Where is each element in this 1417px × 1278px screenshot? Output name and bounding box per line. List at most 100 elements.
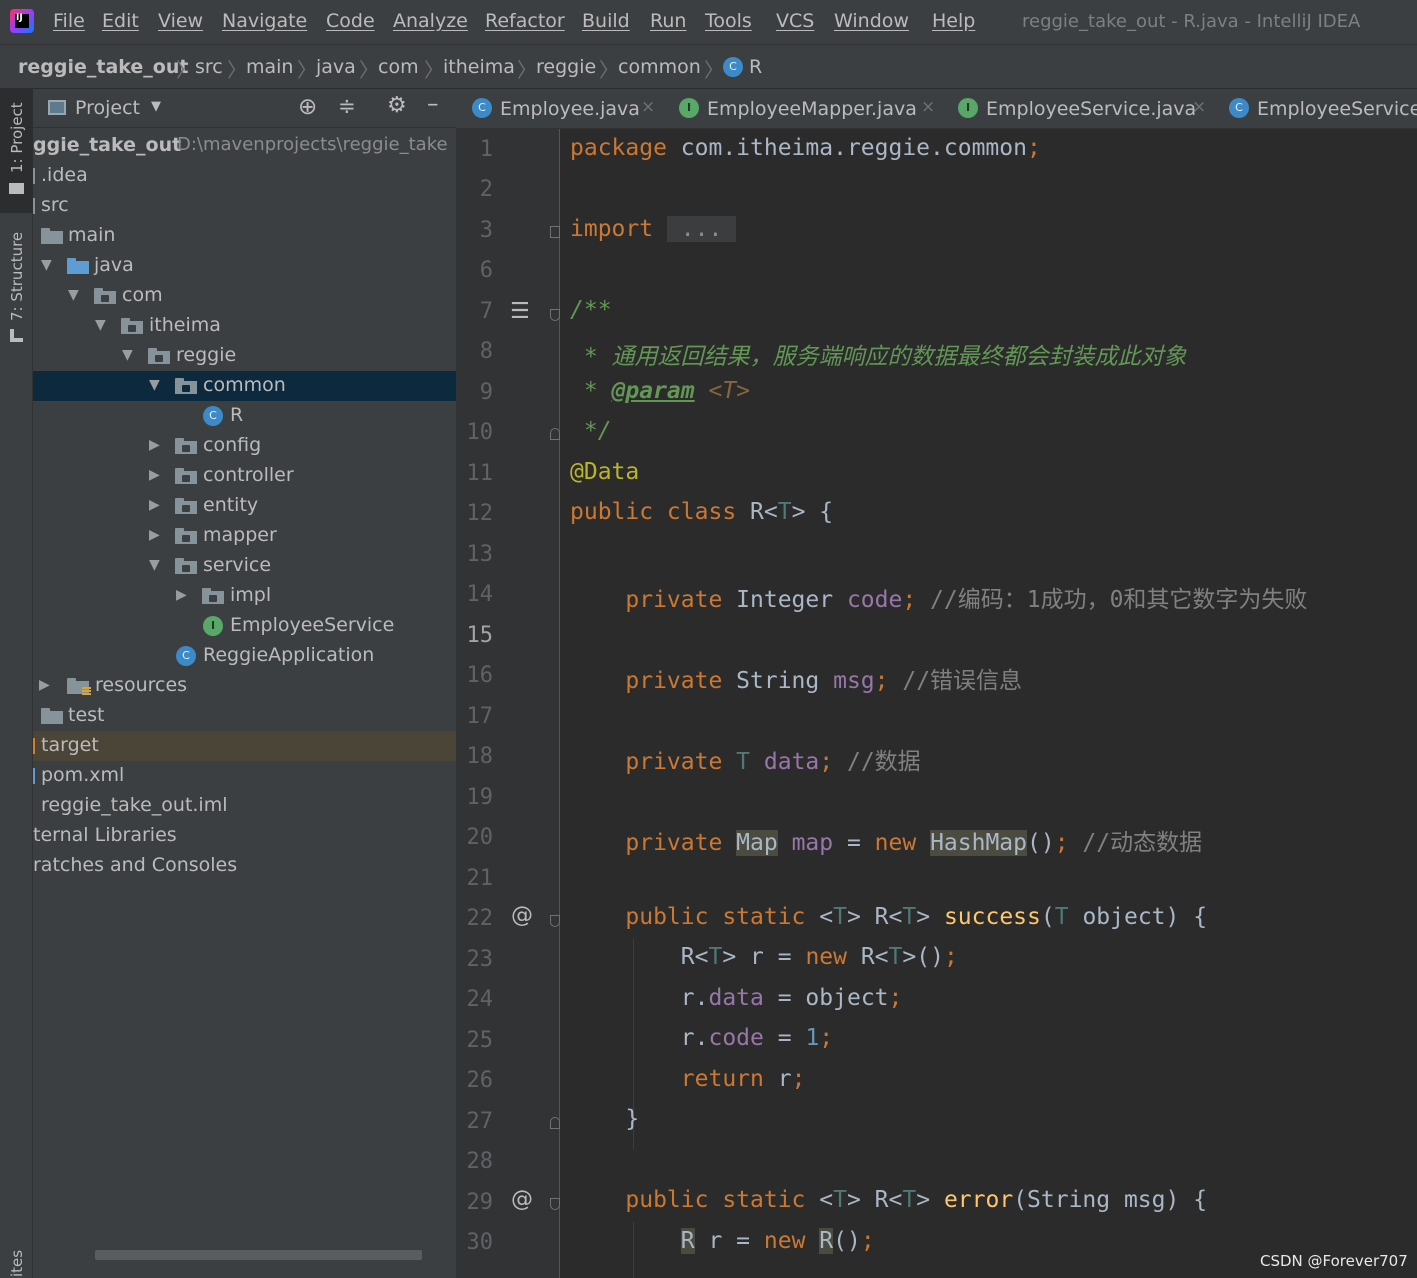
breadcrumb-item[interactable]: java — [316, 56, 356, 78]
tree-item-r[interactable]: C R — [33, 401, 456, 431]
close-icon[interactable]: × — [921, 97, 935, 117]
menu-build[interactable]: Build — [582, 10, 630, 32]
line-number: 17 — [466, 704, 494, 729]
tree-item-iml[interactable]: reggie_take_out.iml — [33, 791, 456, 821]
menu-help[interactable]: Help — [932, 10, 975, 32]
watermark: CSDN @Forever707 — [1260, 1252, 1408, 1270]
expand-arrow-icon[interactable]: ▼ — [149, 556, 163, 574]
expand-arrow-icon[interactable]: ▶ — [149, 466, 163, 484]
expand-arrow-icon[interactable]: ▼ — [68, 286, 82, 304]
menu-analyze[interactable]: Analyze — [393, 10, 468, 32]
tree-item-service[interactable]: ▼ service — [33, 551, 456, 581]
expand-arrow-icon[interactable]: ▶ — [149, 436, 163, 454]
expand-arrow-icon[interactable]: ▶ — [176, 586, 190, 604]
tree-root[interactable]: ggie_take_out D:\mavenprojects\reggie_ta… — [33, 131, 456, 161]
tree-item-mapper[interactable]: ▶ mapper — [33, 521, 456, 551]
tab-employee-java[interactable]: C Employee.java × — [456, 89, 661, 128]
chevron-right-icon: 〉 — [359, 58, 379, 82]
tree-item-pom[interactable]: pom.xml — [33, 761, 456, 791]
tree-item-test[interactable]: test — [33, 701, 456, 731]
tree-item-reggie[interactable]: ▼ reggie — [33, 341, 456, 371]
tree-item-impl[interactable]: ▶ impl — [33, 581, 456, 611]
tab-structure-tool[interactable]: 7: Structure — [0, 227, 33, 347]
fold-expand-icon[interactable] — [550, 226, 560, 238]
breadcrumb-item[interactable]: reggie — [536, 56, 596, 78]
minimize-icon[interactable]: – — [427, 91, 439, 117]
close-icon[interactable]: × — [1192, 97, 1206, 117]
menu-vcs[interactable]: VCS — [776, 10, 814, 32]
chevron-down-icon[interactable]: ▼ — [151, 99, 161, 114]
menu-run[interactable]: Run — [650, 10, 686, 32]
breadcrumb-item[interactable]: main — [246, 56, 293, 78]
tree-item-resources[interactable]: ▶ resources — [33, 671, 456, 701]
tree-label: reggie_take_out.iml — [41, 794, 228, 816]
tree-item-config[interactable]: ▶ config — [33, 431, 456, 461]
tree-item-reggieapplication[interactable]: C ReggieApplication — [33, 641, 456, 671]
menu-code[interactable]: Code — [326, 10, 375, 32]
breadcrumb-item[interactable]: com — [378, 56, 419, 78]
render-doc-icon[interactable]: ☰ — [510, 299, 530, 324]
tree-item-scratches[interactable]: ratches and Consoles — [33, 851, 456, 881]
menu-edit[interactable]: Edit — [102, 10, 139, 32]
breadcrumb-item[interactable]: common — [618, 56, 701, 78]
expand-arrow-icon[interactable]: ▶ — [39, 676, 53, 694]
tree-item-src[interactable]: src — [33, 191, 456, 221]
project-view-selector[interactable]: Project — [75, 97, 140, 119]
menu-view[interactable]: View — [158, 10, 203, 32]
menu-navigate[interactable]: Navigate — [222, 10, 307, 32]
fold-collapse-icon[interactable] — [550, 309, 560, 321]
tree-item-employeeservice[interactable]: I EmployeeService — [33, 611, 456, 641]
tree-item-java[interactable]: ▼ java — [33, 251, 456, 281]
fold-collapse-icon[interactable] — [550, 1198, 560, 1210]
tab-employeeservice-java[interactable]: I EmployeeService.java × — [940, 89, 1212, 128]
menu-file[interactable]: File — [53, 10, 85, 32]
fold-end-icon[interactable] — [550, 428, 560, 440]
breadcrumb-item[interactable]: src — [195, 56, 223, 78]
tree-root-path: D:\mavenprojects\reggie_take — [177, 134, 448, 155]
tab-favorites-tool[interactable]: ites — [0, 1239, 33, 1278]
editor-gutter[interactable]: 1 2 3 6 7 8 9 10 11 12 13 14 15 16 17 18… — [456, 129, 560, 1278]
expand-arrow-icon[interactable]: ▼ — [122, 346, 136, 364]
menu-bar: IJ File Edit View Navigate Code Analyze … — [0, 0, 1417, 44]
expand-arrow-icon[interactable]: ▼ — [95, 316, 109, 334]
menu-tools[interactable]: Tools — [705, 10, 752, 32]
tree-item-idea[interactable]: .idea — [33, 161, 456, 191]
tree-item-controller[interactable]: ▶ controller — [33, 461, 456, 491]
implements-marker-icon[interactable]: @ — [511, 1187, 533, 1212]
tree-root-name: ggie_take_out — [33, 134, 182, 156]
tree-item-entity[interactable]: ▶ entity — [33, 491, 456, 521]
expand-arrow-icon[interactable]: ▶ — [149, 526, 163, 544]
chevron-right-icon: 〉 — [517, 58, 537, 82]
tab-employeemapper-java[interactable]: I EmployeeMapper.java × — [661, 89, 940, 128]
tree-label: test — [68, 704, 105, 726]
tree-item-common[interactable]: ▼ common — [33, 371, 456, 401]
expand-arrow-icon[interactable]: ▼ — [41, 256, 55, 274]
fold-collapse-icon[interactable] — [550, 915, 560, 927]
tree-item-com[interactable]: ▼ com — [33, 281, 456, 311]
menu-window[interactable]: Window — [834, 10, 909, 32]
project-tool-label: 1: Project — [8, 102, 26, 173]
expand-arrow-icon[interactable]: ▶ — [149, 496, 163, 514]
tree-label: target — [41, 734, 99, 756]
horizontal-scrollbar[interactable] — [95, 1250, 422, 1260]
breadcrumb-item[interactable]: reggie_take_out — [18, 56, 188, 78]
close-icon[interactable]: × — [641, 97, 655, 117]
implements-marker-icon[interactable]: @ — [511, 903, 533, 928]
gear-icon[interactable]: ⚙ — [387, 93, 407, 118]
menu-refactor[interactable]: Refactor — [485, 10, 565, 32]
tab-project-tool[interactable]: 1: Project — [0, 89, 33, 213]
collapse-all-icon[interactable]: ≑ — [338, 94, 356, 118]
code-line-24: r.data = object; — [570, 985, 903, 1011]
code-line-3: import ... — [570, 216, 737, 242]
tree-item-external-libraries[interactable]: ternal Libraries — [33, 821, 456, 851]
tree-item-itheima[interactable]: ▼ itheima — [33, 311, 456, 341]
code-editor[interactable]: package com.itheima.reggie.common; impor… — [560, 129, 1417, 1278]
expand-arrow-icon[interactable]: ▼ — [149, 376, 163, 394]
breadcrumb-item[interactable]: R — [749, 56, 762, 78]
tree-item-target[interactable]: target — [33, 731, 456, 761]
tree-item-main[interactable]: main — [33, 221, 456, 251]
locate-icon[interactable]: ⊕ — [298, 94, 317, 120]
breadcrumb-item[interactable]: itheima — [443, 56, 515, 78]
fold-end-icon[interactable] — [550, 1117, 560, 1129]
tab-employeeserviceimpl-java[interactable]: C EmployeeServiceI — [1212, 89, 1417, 128]
